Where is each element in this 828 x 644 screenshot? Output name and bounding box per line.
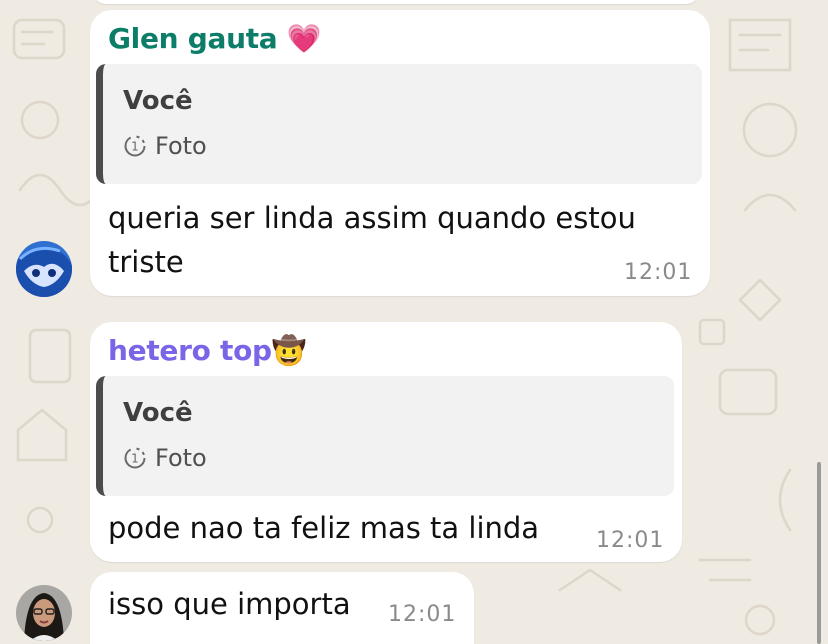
message-time: 12:01	[388, 602, 457, 627]
message-bubble-1[interactable]: Glen gauta 💗 Você 1 Foto queria ser lind…	[90, 10, 710, 296]
message-time: 12:01	[624, 260, 693, 285]
message-text-line-1: pode nao ta feliz mas ta linda	[108, 511, 540, 545]
avatar-image	[16, 241, 72, 297]
sender-avatar-girl[interactable]	[16, 585, 72, 641]
quote-media-type: Foto	[155, 132, 207, 160]
message-time: 12:01	[596, 528, 665, 553]
sender-emoji: 🤠	[271, 334, 307, 367]
quote-author: Você	[123, 398, 193, 428]
message-text-line-1: queria ser linda assim quando estou	[108, 201, 636, 235]
view-once-icon: 1	[124, 447, 146, 469]
svg-text:1: 1	[131, 140, 139, 154]
sender-name-text: Glen gauta	[108, 22, 278, 55]
quoted-message[interactable]: Você 1 Foto	[96, 64, 702, 184]
view-once-icon: 1	[124, 135, 146, 157]
chat-scrollbar[interactable]	[817, 462, 821, 644]
sender-name-text: hetero top	[108, 334, 272, 367]
message-bubble-2[interactable]: hetero top🤠 Você 1 Foto pode nao ta feli…	[90, 322, 682, 562]
svg-text:1: 1	[131, 452, 139, 466]
message-bubble-3[interactable]: isso que importa 12:01	[90, 572, 474, 644]
sender-name[interactable]: Glen gauta 💗	[108, 22, 322, 55]
sender-avatar-anime[interactable]	[16, 241, 72, 297]
quote-media-type: Foto	[155, 444, 207, 472]
quoted-message[interactable]: Você 1 Foto	[96, 376, 674, 496]
sender-name[interactable]: hetero top🤠	[108, 334, 307, 367]
message-text-line-2: triste	[108, 245, 184, 279]
quote-author: Você	[123, 86, 193, 116]
avatar-image	[16, 585, 72, 641]
sender-emoji: 💗	[286, 22, 322, 55]
message-text-line-1: isso que importa	[108, 587, 351, 621]
previous-message-bubble-edge	[90, 0, 702, 4]
